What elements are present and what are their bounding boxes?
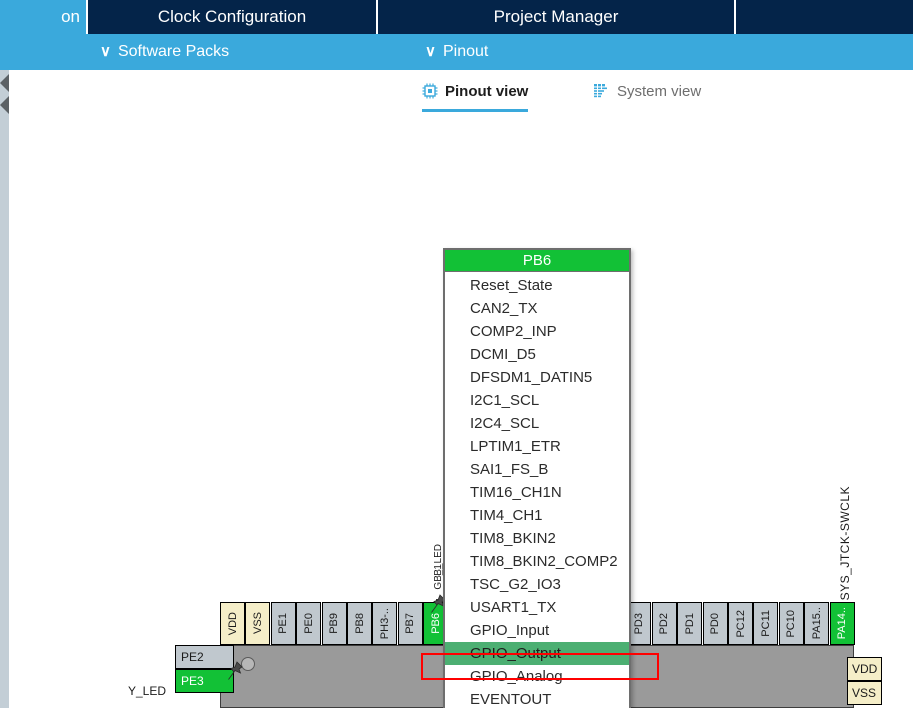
dropdown-item[interactable]: LPTIM1_ETR <box>445 435 629 458</box>
tab-clock-configuration[interactable]: Clock Configuration <box>88 0 378 34</box>
tab-project-manager-label: Project Manager <box>493 7 619 26</box>
tab-project-manager[interactable]: Project Manager <box>378 0 736 34</box>
right-pin-vss[interactable]: VSS <box>847 681 882 705</box>
view-selector-bar: Pinout view System view <box>9 70 913 113</box>
dropdown-item[interactable]: DCMI_D5 <box>445 343 629 366</box>
chip-pin-label: PA15.. <box>810 607 823 640</box>
pushpin-icon[interactable] <box>226 661 244 681</box>
chip-pin[interactable]: PB8 <box>347 602 372 645</box>
chip-pin[interactable]: PC10 <box>778 602 804 645</box>
chip-pin-label: PD0 <box>709 612 722 635</box>
menu-software-packs-label: Software Packs <box>117 43 230 60</box>
chevron-down-icon: ∨ <box>425 43 436 60</box>
chip-pin-label: PC12 <box>734 609 747 638</box>
dropdown-item[interactable]: SAI1_FS_B <box>445 458 629 481</box>
dropdown-item[interactable]: GPIO_Input <box>445 619 629 642</box>
chip-pin-label: PA14.. <box>836 607 849 640</box>
menu-pinout[interactable]: ∨ Pinout <box>425 34 488 70</box>
chevron-down-icon: ∨ <box>100 43 111 60</box>
tab-pinout-configuration[interactable]: on <box>0 0 88 34</box>
tab-system-view-label: System view <box>617 82 702 100</box>
app-root: on Clock Configuration Project Manager ∨… <box>0 0 913 708</box>
expand-arrow-icon[interactable] <box>0 96 9 114</box>
chip-pin[interactable]: PC11 <box>753 602 779 645</box>
chip-pin[interactable]: PE1 <box>270 602 296 645</box>
chip-pin-label: PB8 <box>353 613 366 634</box>
dropdown-item[interactable]: TIM16_CH1N <box>445 481 629 504</box>
left-pin-pe3-label: PE3 <box>181 674 204 688</box>
dropdown-item[interactable]: USART1_TX <box>445 596 629 619</box>
dropdown-item[interactable]: GPIO_Analog <box>445 665 629 688</box>
net-label-sys-jtck-swclk: SYS_JTCK-SWCLK <box>838 486 852 601</box>
tab-system-view[interactable]: System view <box>594 76 701 106</box>
left-pin-pe2-label: PE2 <box>181 650 204 664</box>
chip-pin[interactable]: PA14.. <box>829 602 855 645</box>
chip-pin[interactable]: PD1 <box>677 602 703 645</box>
right-pin-vdd-label: VDD <box>852 662 878 676</box>
dropdown-item[interactable]: TIM8_BKIN2 <box>445 527 629 550</box>
main-tab-bar: on Clock Configuration Project Manager <box>0 0 913 34</box>
dropdown-item[interactable]: TIM8_BKIN2_COMP2 <box>445 550 629 573</box>
chip-pin-label: PD1 <box>683 612 696 635</box>
tab-pinout-view-label: Pinout view <box>445 82 529 100</box>
chip-pin[interactable]: PD2 <box>651 602 677 645</box>
dropdown-item[interactable]: I2C4_SCL <box>445 412 629 435</box>
chip-pin-label: PB9 <box>328 613 341 634</box>
chip-pin-label: PB6 <box>429 613 442 634</box>
chip-pin-label: VDD <box>226 611 239 636</box>
dropdown-item-list: Reset_State CAN2_TX COMP2_INP DCMI_D5 DFSDM1… <box>445 272 629 708</box>
menu-pinout-label: Pinout <box>442 43 489 60</box>
chip-pin-label: PC10 <box>785 609 798 638</box>
dropdown-item[interactable]: CAN2_TX <box>445 297 629 320</box>
tab-pinout-configuration-label: on <box>61 7 80 26</box>
chip-pin[interactable]: VDD <box>220 602 245 645</box>
chip-pin-label: PD3 <box>632 612 645 635</box>
tab-clock-configuration-label: Clock Configuration <box>157 7 307 26</box>
pinout-canvas[interactable]: B_LED GB_1 SYS_JTCK-SWCLK VDD VSS PE1 PE0 PB… <box>9 112 913 708</box>
net-label-y-led: Y_LED <box>128 684 167 698</box>
chip-icon <box>422 83 438 99</box>
chip-pin-label: PD2 <box>658 612 671 635</box>
chip-pin-label: PE0 <box>302 613 315 634</box>
chip-pin[interactable]: PA15.. <box>804 602 830 645</box>
dropdown-item[interactable]: EVENTOUT <box>445 688 629 708</box>
dropdown-item[interactable]: TIM4_CH1 <box>445 504 629 527</box>
dropdown-item[interactable]: Reset_State <box>445 274 629 297</box>
left-panel-splitter[interactable] <box>0 70 9 708</box>
pin-function-dropdown[interactable]: PB6 Reset_State CAN2_TX COMP2_INP DCMI_D5 DF… <box>443 248 631 708</box>
chip-pin-label: PE1 <box>277 613 290 634</box>
chip-pin-label: PH3-.. <box>378 607 391 640</box>
dropdown-item[interactable]: TSC_G2_IO3 <box>445 573 629 596</box>
dropdown-item[interactable]: COMP2_INP <box>445 320 629 343</box>
chip-pin[interactable]: PB7 <box>397 602 423 645</box>
dropdown-item[interactable]: DFSDM1_DATIN5 <box>445 366 629 389</box>
chip-pin[interactable]: VSS <box>245 602 271 645</box>
chip-pin[interactable]: PC12 <box>728 602 753 645</box>
chip-pin-label: PC11 <box>759 610 772 637</box>
sub-menu-bar: ∨ Software Packs ∨ Pinout <box>0 34 913 70</box>
chip-pin[interactable]: PH3-.. <box>372 602 398 645</box>
chip-pin-label: PB7 <box>404 613 417 634</box>
tab-tools[interactable] <box>736 0 911 34</box>
dropdown-item[interactable]: I2C1_SCL <box>445 389 629 412</box>
chip-pin-label: VSS <box>251 612 264 635</box>
tab-pinout-view[interactable]: Pinout view <box>422 76 529 113</box>
dropdown-item[interactable]: GPIO_Output <box>445 642 629 665</box>
dropdown-header-pb6: PB6 <box>445 250 629 272</box>
system-grid-icon <box>594 84 607 98</box>
chip-pin[interactable]: PB9 <box>321 602 347 645</box>
collapse-arrow-icon[interactable] <box>0 74 9 92</box>
right-pin-vdd[interactable]: VDD <box>847 657 882 681</box>
menu-software-packs[interactable]: ∨ Software Packs <box>100 34 229 70</box>
chip-pin[interactable]: PD0 <box>702 602 728 645</box>
chip-pin[interactable]: PE0 <box>296 602 322 645</box>
right-pin-vss-label: VSS <box>852 686 877 700</box>
